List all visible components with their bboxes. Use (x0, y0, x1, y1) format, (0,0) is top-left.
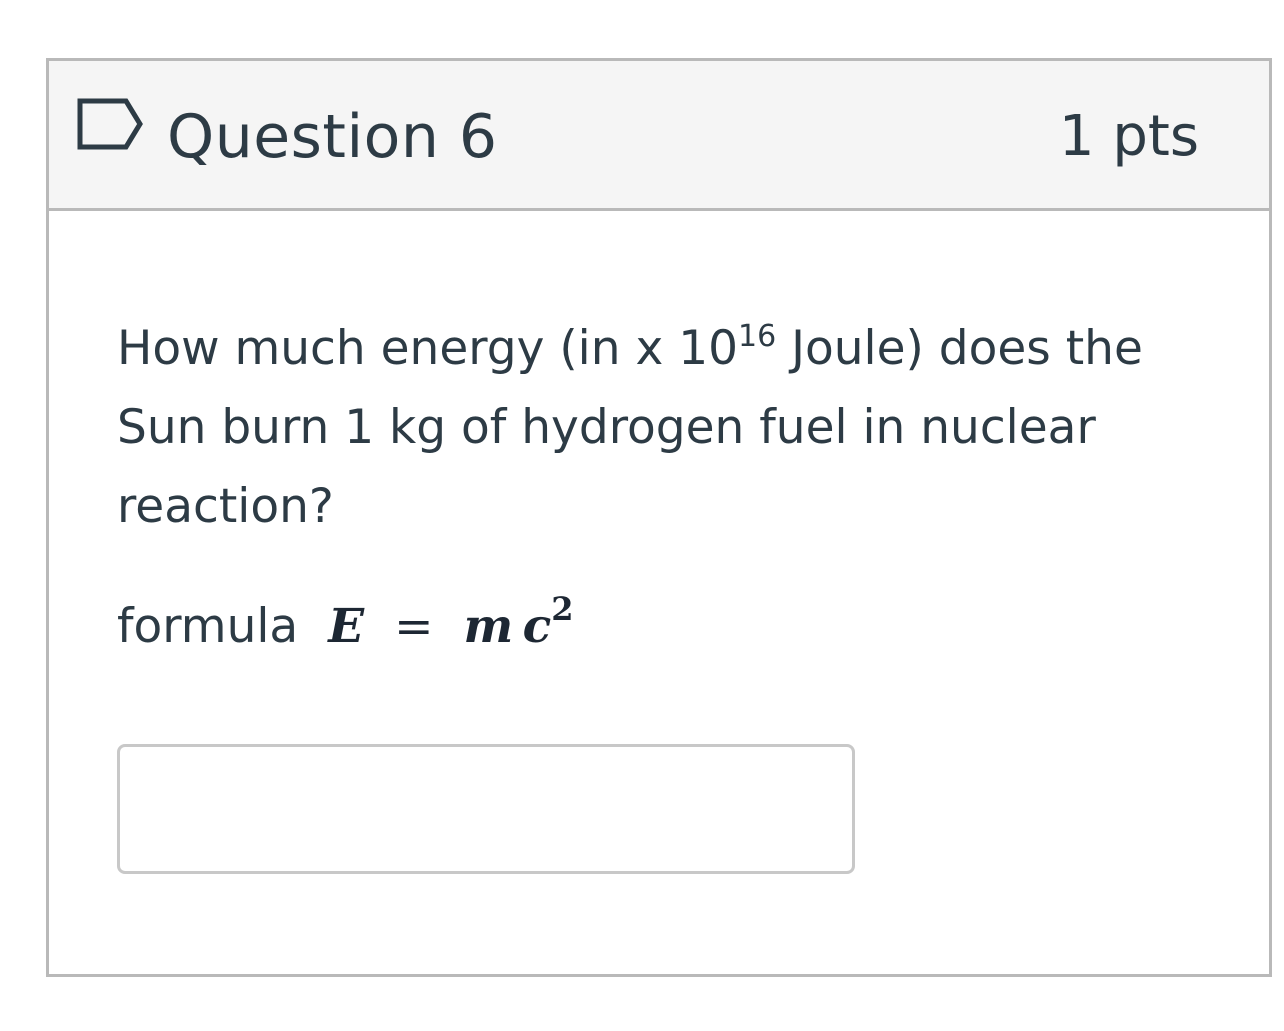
question-points: 1 pts (1058, 104, 1199, 169)
question-exponent: 16 (738, 319, 777, 354)
flag-outline-icon[interactable] (76, 97, 144, 151)
question-header: Question 6 1 pts (49, 61, 1269, 211)
question-text-part: How much energy (in x 10 (117, 321, 739, 376)
formula-operator: = (394, 599, 434, 654)
formula-equation: E = m c2 (328, 593, 573, 654)
formula-label: formula (117, 599, 299, 654)
formula-exponent: 2 (551, 590, 574, 628)
question-card: Question 6 1 pts How much energy (in x 1… (46, 58, 1272, 977)
formula-line: formula E = m c2 (117, 587, 573, 667)
formula-mass: m (463, 599, 514, 654)
formula-lhs: E (328, 599, 365, 654)
question-title: Question 6 (167, 102, 498, 172)
formula-speed-of-light: c (522, 599, 552, 654)
question-text: How much energy (in x 1016 Joule) does t… (117, 309, 1207, 546)
answer-input[interactable] (117, 744, 855, 874)
